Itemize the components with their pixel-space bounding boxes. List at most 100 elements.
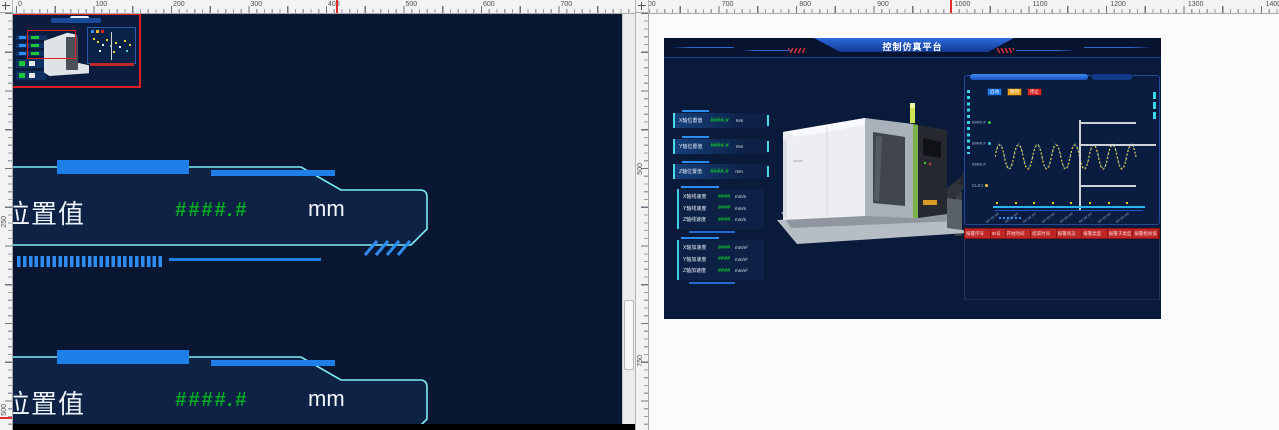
x-tick-dot [1052, 202, 1054, 204]
mini-legend-dots [91, 30, 94, 33]
widget-value: ####.# [710, 143, 728, 149]
ruler-label: 700 [561, 1, 573, 8]
chart-x-axis-secondary [995, 210, 1143, 211]
y-label-text: ####.# [972, 162, 986, 167]
navigator-thumbnail[interactable] [13, 13, 141, 88]
y-label-text: ####.# [972, 120, 986, 125]
mini-group [16, 59, 46, 68]
y-label-text: ####.# [972, 141, 986, 146]
mini-alarm-bar [90, 63, 134, 66]
ruler-origin-crosshair-icon [0, 0, 13, 13]
ruler-label: 1100 [1033, 1, 1048, 8]
widget-unit: mm [735, 169, 743, 174]
editor-pane-overview: 控制仿真平台 X轴位置值 ####.# mm Y轴位置值 ####.# [635, 0, 1279, 430]
x-label-text: ##:##:## [1022, 211, 1038, 224]
position-widget[interactable]: X轴位置值 ####.# mm [673, 113, 769, 128]
accel-row: X轴加速度 #### mm/s² [683, 242, 761, 254]
mini-group [16, 71, 46, 80]
legend-button[interactable]: 启动 [987, 88, 1002, 96]
deco-underline [169, 258, 321, 261]
speed-rows: X轴线速度 #### mm/s Y轴线速度 #### mm/s Z轴线速度 ##… [683, 191, 761, 226]
ruler-label: 1300 [1188, 1, 1204, 8]
x-tick-dot [1108, 202, 1110, 204]
row-value: #### [713, 245, 735, 251]
row-label: Y轴线速度 [683, 205, 713, 212]
row-unit: mm/s [735, 217, 746, 222]
x-label-text: ##:##:## [1040, 211, 1056, 224]
x-label-text: ##:##:## [1059, 211, 1075, 224]
x-label-text: ##:##:## [985, 211, 1001, 224]
alarm-header-cell: 报警子类型 [1108, 229, 1134, 238]
accel-group-panel[interactable]: X轴加速度 #### mm/s² Y轴加速度 #### mm/s² Z轴加速度 … [677, 240, 764, 280]
row-value: #### [713, 217, 735, 223]
ruler-label: 100 [96, 1, 108, 8]
canvas-zoomed[interactable]: 位置值 ####.# mm [13, 13, 622, 430]
speed-row: Y轴线速度 #### mm/s [683, 203, 761, 215]
row-label: X轴线速度 [683, 193, 713, 200]
chart-panel[interactable]: 启动暂停停止 ####.# ####.# ####.# [964, 75, 1160, 225]
ruler-label: 0 [18, 1, 22, 8]
navigator-viewport-rect[interactable] [27, 30, 76, 59]
chart-x-axis [993, 206, 1145, 208]
scrollbar-thumb[interactable] [624, 300, 634, 370]
widget-unit: mm [736, 118, 744, 123]
ruler-origin-crosshair-icon [636, 0, 649, 13]
ruler-vertical-left: 250500 [0, 13, 13, 430]
ruler-label: 200 [173, 1, 185, 8]
position-widget[interactable]: Z轴位置值 ####.# mm [673, 164, 769, 179]
ruler-label: 500 [637, 163, 644, 175]
chart-cursor-hline [1079, 144, 1156, 146]
dashboard-header: 控制仿真平台 [664, 38, 1161, 58]
accel-row: Y轴加速度 #### mm/s² [683, 254, 761, 266]
alarm-header-cell: 报警类型 [1082, 229, 1108, 238]
chart-header-bar [970, 74, 1088, 80]
cnc-machine-image [769, 100, 969, 250]
row-unit: mm/s [735, 206, 746, 211]
x-tick-dot [1070, 202, 1072, 204]
deco-bar-thick [57, 350, 189, 364]
ruler-horizontal-left: 0100200300400500600700 [0, 0, 635, 14]
deco-bar-thin [211, 170, 335, 176]
chart-cursor-hline [1079, 122, 1136, 124]
deco-bar-thick [57, 160, 189, 174]
widget-value: ####.# [710, 118, 728, 124]
row-label: Z轴线速度 [683, 216, 713, 223]
position-widget[interactable]: Y轴位置值 ####.# mm [673, 139, 769, 154]
position-value-widget-large[interactable]: 位置值 ####.# mm [13, 349, 449, 430]
ruler-label: 900 [877, 1, 889, 8]
y-axis-label: ####.# [972, 141, 991, 146]
ruler-position-marker [950, 0, 952, 13]
alarm-header-cell: ID号 [991, 229, 1006, 238]
dashboard[interactable]: 控制仿真平台 X轴位置值 ####.# mm Y轴位置值 ####.# [664, 38, 1161, 319]
y-label-marker-dot [985, 184, 988, 187]
ruler-label: 500 [406, 1, 418, 8]
speed-group-panel[interactable]: X轴线速度 #### mm/s Y轴线速度 #### mm/s Z轴线速度 ##… [677, 189, 764, 229]
x-tick-dot [1126, 202, 1128, 204]
ruler-position-marker [336, 0, 338, 13]
vertical-scrollbar[interactable] [622, 13, 635, 430]
alarm-table[interactable]: 报警序号ID号开始时间结束时间报警状态报警类型报警子类型报警相关值 [964, 228, 1160, 300]
chart-cursor-line[interactable] [1079, 120, 1081, 210]
x-tick-dot [1089, 202, 1091, 204]
ruler-label: 1400 [1266, 1, 1279, 8]
speed-row: Z轴线速度 #### mm/s [683, 214, 761, 226]
canvas-overview[interactable]: 控制仿真平台 X轴位置值 ####.# mm Y轴位置值 ####.# [649, 13, 1279, 430]
accel-rows: X轴加速度 #### mm/s² Y轴加速度 #### mm/s² Z轴加速度 … [683, 242, 761, 277]
position-value-widget-large[interactable]: 位置值 ####.# mm [13, 159, 449, 277]
x-tick-dot [996, 202, 998, 204]
chart-cursor-hline [1079, 185, 1136, 187]
alarm-header-cell: 报警相关值 [1133, 229, 1159, 238]
chart-legend: 启动暂停停止 [987, 88, 1042, 96]
speed-row: X轴线速度 #### mm/s [683, 191, 761, 203]
row-unit: mm/s² [735, 257, 748, 262]
row-value: #### [713, 268, 735, 274]
widget-label: Y轴位置值 [679, 143, 702, 150]
ruler-horizontal-right: 60070080090010001100120013001400 [636, 0, 1279, 14]
widget-unit: mm [308, 196, 345, 222]
alarm-header-cell: 结束时间 [1031, 229, 1057, 238]
legend-button[interactable]: 停止 [1027, 88, 1042, 96]
mini-chart [87, 27, 136, 64]
legend-button[interactable]: 暂停 [1007, 88, 1022, 96]
canvas-bottom-edge [0, 424, 635, 430]
chart-sub-marks [999, 217, 1023, 219]
